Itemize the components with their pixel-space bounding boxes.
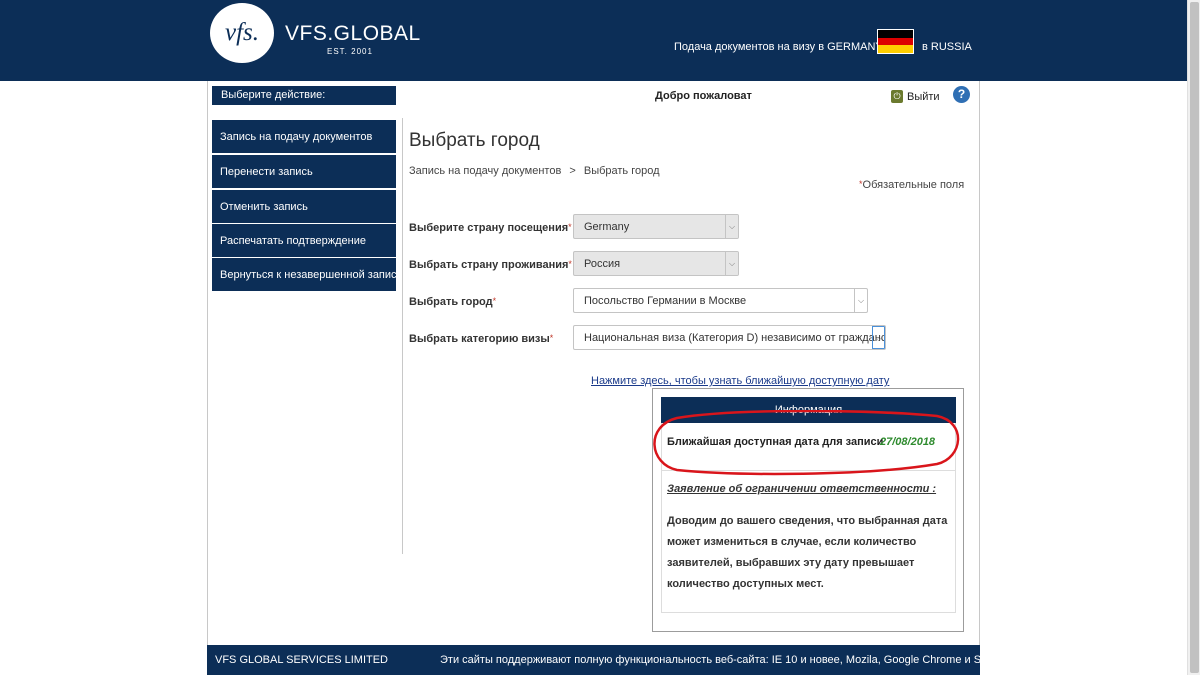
welcome-text: Добро пожаловать	[655, 90, 759, 102]
logo-name: VFS.GLOBAL	[285, 22, 421, 45]
chevron-down-icon: ⌵	[725, 215, 738, 238]
footer-browser-support: Эти сайты поддерживают полную функционал…	[440, 654, 1003, 666]
residence-country-value: Россия	[584, 258, 621, 270]
residence-country-label-text: Выбрать страну проживания	[409, 259, 569, 271]
germany-flag-icon	[877, 29, 914, 54]
city-label: Выбрать город*	[409, 296, 496, 308]
disclaimer-line: может измениться в случае, если количест…	[667, 536, 917, 548]
site-footer: VFS GLOBAL SERVICES LIMITED Эти сайты по…	[207, 645, 1002, 675]
residence-country-select: Россия ⌵	[573, 251, 739, 276]
help-icon[interactable]: ?	[953, 86, 970, 103]
visit-country-select: Germany ⌵	[573, 214, 739, 239]
sidebar-item-print-confirmation[interactable]: Распечатать подтверждение	[212, 224, 396, 257]
chevron-down-icon: ⌵	[725, 252, 738, 275]
sidebar-title: Выберите действие:	[212, 86, 396, 105]
visa-category-select[interactable]: Национальная виза (Категория D) независи…	[573, 325, 886, 350]
required-star: *	[568, 259, 572, 269]
city-value: Посольство Германии в Москве	[584, 295, 747, 307]
required-note-text: Обязательные поля	[862, 179, 965, 191]
visa-destination-text: Подача документов на визу в GERMANY	[674, 41, 883, 53]
visa-category-label-text: Выбрать категорию визы	[409, 333, 550, 345]
breadcrumb-current: Выбрать город	[583, 165, 660, 177]
city-select[interactable]: Посольство Германии в Москве ⌵	[573, 288, 868, 313]
disclaimer-title: Заявление об ограничении ответственности…	[667, 483, 937, 495]
sidebar-item-reschedule[interactable]: Перенести запись	[212, 155, 396, 188]
redaction-mask	[752, 84, 882, 108]
breadcrumb: Запись на подачу документов > Выбрать го…	[409, 165, 660, 177]
page-scrollbar[interactable]	[1187, 0, 1200, 675]
sidebar-item-resume-booking[interactable]: Вернуться к незавершенной записи	[212, 258, 396, 291]
sidebar-divider	[402, 118, 403, 554]
required-fields-note: *Обязательные поля	[859, 179, 964, 191]
footer-company: VFS GLOBAL SERVICES LIMITED	[215, 654, 388, 666]
disclaimer-line: Доводим до вашего сведения, что выбранна…	[667, 515, 948, 527]
visa-category-value: Национальная виза (Категория D) независи…	[584, 332, 886, 344]
breadcrumb-parent[interactable]: Запись на подачу документов	[409, 165, 561, 177]
required-star: *	[549, 333, 554, 343]
sidebar-item-cancel[interactable]: Отменить запись	[212, 190, 396, 223]
disclaimer-line: заявителей, выбравших эту дату превышает	[667, 557, 915, 569]
available-date-label: Ближайшая доступная дата для записи	[667, 436, 884, 448]
visa-country-text: в RUSSIA	[922, 41, 972, 53]
logout-button[interactable]: Выйти	[907, 91, 940, 103]
breadcrumb-separator: >	[569, 165, 576, 177]
page-title: Выбрать город	[409, 130, 540, 151]
chevron-down-icon[interactable]: ⌵	[854, 289, 867, 312]
disclaimer-line: количество доступных мест.	[667, 578, 824, 590]
visa-category-label: Выбрать категорию визы*	[409, 333, 553, 345]
city-label-text: Выбрать город	[409, 296, 493, 308]
visit-country-label: Выберите страну посещения*	[409, 222, 572, 234]
required-star: *	[492, 296, 497, 306]
available-date-value: 27/08/2018	[880, 436, 936, 448]
nearest-date-link[interactable]: Нажмите здесь, чтобы узнать ближайшую до…	[591, 375, 889, 387]
popup-divider	[661, 470, 956, 471]
scrollbar-thumb[interactable]	[1190, 2, 1199, 673]
required-star: *	[568, 222, 572, 232]
vfs-logo-icon[interactable]: vfs.	[210, 3, 274, 63]
logout-icon[interactable]: ⏻	[891, 90, 903, 103]
logo-est: EST. 2001	[327, 47, 373, 56]
residence-country-label: Выбрать страну проживания*	[409, 259, 572, 271]
visit-country-value: Germany	[584, 221, 630, 233]
visit-country-label-text: Выберите страну посещения	[409, 222, 569, 234]
sidebar-item-book-appointment[interactable]: Запись на подачу документов	[212, 120, 396, 153]
info-popup-header: Информация	[661, 397, 956, 423]
site-header: vfs. VFS.GLOBAL EST. 2001 Подача докумен…	[0, 0, 1187, 81]
chevron-down-icon[interactable]: ⌵	[872, 326, 885, 349]
logo-mark: vfs.	[224, 19, 260, 46]
